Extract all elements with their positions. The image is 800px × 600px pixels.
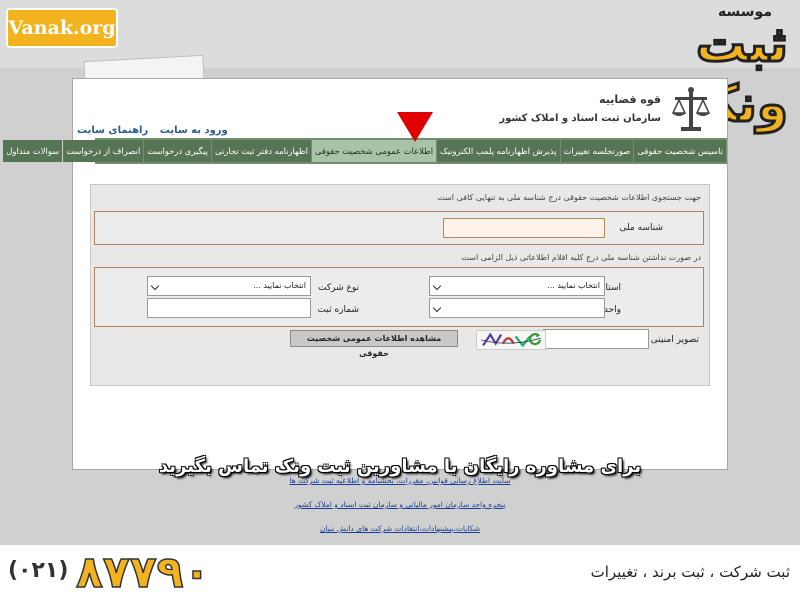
footer-link-complaints[interactable]: شکایات،پیشنهادات،انتقادات شرکت های دانش … <box>200 524 600 533</box>
national-id-input[interactable] <box>443 218 605 238</box>
tab-change-minutes[interactable]: صورتجلسه تغییرات <box>560 140 634 162</box>
footer-links: سایت اطلاع رسانی قوانین، مقررات، بخشنامه… <box>200 476 600 548</box>
contact-bar: (۰۲۱) ۸۷۷۹۰ ثبت شرکت ، ثبت برند ، تغییرا… <box>0 545 800 600</box>
company-type-label: نوع شرکت <box>317 283 359 293</box>
org-title: قوه قضاییه <box>599 93 661 106</box>
chevron-down-icon <box>150 281 160 291</box>
promo-brand-logo: موسسه ثبت ونک <box>592 4 792 135</box>
login-link[interactable]: ورود به سایت <box>160 125 228 136</box>
details-box: استان انتخاب نمایید ... نوع شرکت انتخاب … <box>94 267 704 327</box>
footer-link-tax-window[interactable]: پنجره واحد سازمان امور مالیاتی و سازمان … <box>200 500 600 509</box>
registration-number-label: شماره ثبت <box>317 305 359 315</box>
national-id-hint: جهت جستجوی اطلاعات شخصیت حقوقی درج شناسه… <box>437 193 701 202</box>
org-subtitle: سازمان ثبت اسناد و املاک کشور <box>499 113 661 124</box>
chevron-down-icon <box>432 281 442 291</box>
tab-faq[interactable]: سوالات متداول <box>3 140 63 162</box>
company-type-select[interactable]: انتخاب نمایید ... <box>147 276 311 296</box>
national-id-box: شناسه ملی <box>94 211 704 245</box>
other-fields-hint: در صورت نداشتن شناسه ملی درج کلیه اقلام … <box>461 253 701 262</box>
tab-commercial-register[interactable]: اظهارنامه دفتر ثبت تجارتی <box>212 140 311 162</box>
consultation-banner: برای مشاوره رایگان با مشاورین ثبت ونک تم… <box>158 456 642 477</box>
services-text: ثبت شرکت ، ثبت برند ، تغییرات <box>590 563 790 581</box>
help-link[interactable]: راهنمای سایت <box>77 125 148 136</box>
province-select[interactable]: انتخاب نمایید ... <box>429 276 605 296</box>
captcha-label: تصویر امنیتی <box>650 335 699 345</box>
phone-number: ۸۷۷۹۰ <box>75 546 211 599</box>
tab-company-establishment[interactable]: تاسیس شخصیت حقوقی <box>634 140 726 162</box>
tab-track-request[interactable]: پیگیری درخواست <box>144 140 211 162</box>
registry-unit-select[interactable] <box>429 298 605 318</box>
chevron-down-icon <box>432 303 442 313</box>
org-logo: قوه قضاییه سازمان ثبت اسناد و املاک کشور <box>499 83 713 137</box>
promo-site-badge: Vanak.org <box>6 8 118 48</box>
area-code: (۰۲۱) <box>8 558 69 583</box>
tab-public-info[interactable]: اطلاعات عمومی شخصیت حقوقی <box>311 140 437 162</box>
header-links: ورود به سایت راهنمای سایت <box>77 125 236 136</box>
search-form-panel: جهت جستجوی اطلاعات شخصیت حقوقی درج شناسه… <box>90 184 710 386</box>
company-type-value: انتخاب نمایید ... <box>253 281 306 290</box>
captcha-input[interactable] <box>543 329 649 349</box>
footer-link-regulations[interactable]: سایت اطلاع رسانی قوانین، مقررات، بخشنامه… <box>200 476 600 485</box>
tab-electronic-seal[interactable]: پذیرش اظهارنامه پلمب الکترونیک <box>437 140 560 162</box>
province-value: انتخاب نمایید ... <box>547 281 600 290</box>
justice-scales-icon <box>671 87 711 131</box>
registration-number-input[interactable] <box>147 298 311 318</box>
national-id-label: شناسه ملی <box>619 223 663 233</box>
view-public-info-button[interactable]: مشاهده اطلاعات عمومی شخصیت حقوقی <box>290 330 458 358</box>
refresh-captcha-icon[interactable] <box>528 332 542 346</box>
tab-cancel-request[interactable]: انصراف از درخواست <box>63 140 144 162</box>
red-pointer-arrow-icon <box>397 112 433 142</box>
